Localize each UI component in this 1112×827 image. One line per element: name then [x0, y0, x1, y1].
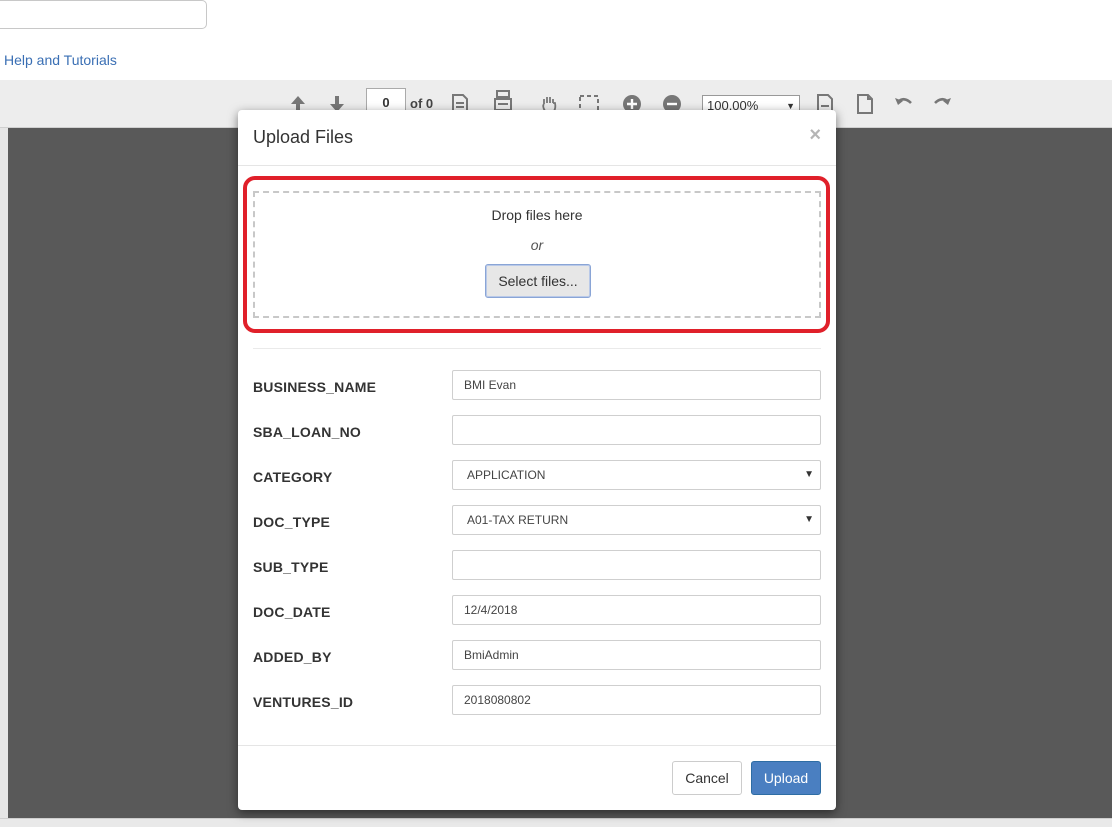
- sub-type-field[interactable]: [452, 550, 821, 580]
- page-count-label: of 0: [410, 96, 434, 111]
- doc-date-field[interactable]: 12/4/2018: [452, 595, 821, 625]
- document-alt-icon[interactable]: [856, 94, 874, 114]
- or-text: or: [530, 237, 544, 253]
- viewer-left-edge: [0, 128, 8, 818]
- redo-icon[interactable]: [932, 94, 952, 112]
- page-print-icon[interactable]: [493, 90, 513, 112]
- doc-date-label: DOC_DATE: [253, 604, 331, 620]
- category-label: CATEGORY: [253, 469, 333, 485]
- business-name-field[interactable]: BMI Evan: [452, 370, 821, 400]
- dialog-header: Upload Files ×: [238, 110, 836, 166]
- search-input[interactable]: [0, 0, 207, 29]
- divider: [253, 348, 821, 349]
- added-by-field[interactable]: BmiAdmin: [452, 640, 821, 670]
- business-name-label: BUSINESS_NAME: [253, 379, 377, 395]
- sba-loan-no-field[interactable]: [452, 415, 821, 445]
- cancel-button[interactable]: Cancel: [672, 761, 742, 795]
- sba-loan-no-label: SBA_LOAN_NO: [253, 424, 361, 440]
- added-by-label: ADDED_BY: [253, 649, 332, 665]
- ventures-id-label: VENTURES_ID: [253, 694, 354, 710]
- upload-button[interactable]: Upload: [751, 761, 821, 795]
- upload-files-dialog: Upload Files × Drop files here or Select…: [238, 110, 836, 810]
- undo-icon[interactable]: [894, 94, 914, 112]
- dialog-title: Upload Files: [253, 127, 354, 147]
- category-select[interactable]: APPLICATION ▼: [452, 460, 821, 490]
- doc-type-value: A01-TAX RETURN: [467, 513, 569, 527]
- drop-files-text: Drop files here: [491, 207, 583, 223]
- chevron-down-icon: ▼: [804, 469, 814, 480]
- category-value: APPLICATION: [467, 468, 546, 482]
- doc-type-select[interactable]: A01-TAX RETURN ▼: [452, 505, 821, 535]
- ventures-id-field[interactable]: 2018080802: [452, 685, 821, 715]
- help-and-tutorials-link[interactable]: Help and Tutorials: [4, 52, 117, 68]
- select-files-button[interactable]: Select files...: [485, 264, 591, 298]
- file-dropzone[interactable]: Drop files here or Select files...: [253, 191, 821, 318]
- footer-divider: [238, 745, 836, 746]
- close-icon[interactable]: ×: [809, 124, 821, 147]
- chevron-down-icon: ▼: [804, 514, 814, 525]
- doc-type-label: DOC_TYPE: [253, 514, 331, 530]
- sub-type-label: SUB_TYPE: [253, 559, 329, 575]
